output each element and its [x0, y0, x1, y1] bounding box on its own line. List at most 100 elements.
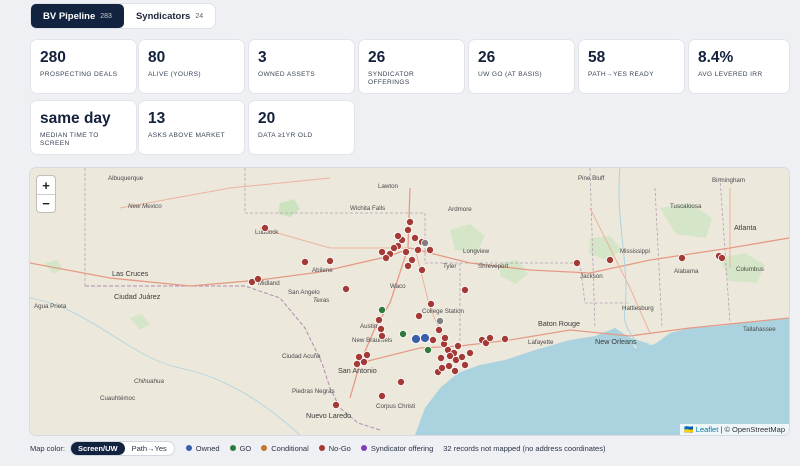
deal-marker-nogo[interactable]	[401, 248, 410, 257]
tab-label: Syndicators	[135, 10, 191, 22]
deal-marker-nogo[interactable]	[460, 286, 469, 295]
go-dot-icon	[229, 445, 236, 451]
legend-conditional: Conditional	[261, 444, 309, 453]
stat-card-uw-go: 26 UW GO (at basis)	[469, 40, 574, 93]
deal-marker-nogo[interactable]	[573, 259, 582, 268]
map-color-label: Map color:	[30, 443, 66, 453]
tab-count: 24	[195, 12, 204, 20]
deal-marker-nogo[interactable]	[377, 391, 386, 400]
deal-marker-unknown[interactable]	[435, 316, 444, 325]
owned-dot-icon	[185, 445, 192, 451]
zoom-out-button[interactable]: −	[37, 194, 55, 212]
stat-card-avg-levered-irr: 8.4% Avg levered IRR	[689, 40, 789, 93]
deal-marker-nogo[interactable]	[606, 256, 615, 265]
deal-marker-unknown[interactable]	[420, 239, 429, 248]
deal-marker-nogo[interactable]	[465, 348, 474, 357]
deal-marker-nogo[interactable]	[331, 400, 340, 409]
stat-label: Syndicator offerings	[368, 71, 415, 86]
leaflet-link[interactable]: Leaflet	[696, 425, 719, 434]
stat-label: Path→Yes ready	[588, 71, 654, 78]
tab-syndicators[interactable]: Syndicators 24	[124, 4, 215, 28]
deal-marker-nogo[interactable]	[460, 360, 469, 369]
deal-marker-nogo[interactable]	[403, 262, 412, 271]
stat-label: UW GO (at basis)	[478, 71, 542, 78]
zoom-in-button[interactable]: +	[37, 176, 55, 194]
deal-marker-nogo[interactable]	[374, 315, 383, 324]
deal-marker-nogo[interactable]	[300, 258, 309, 267]
ukraine-flag-icon: 🇺🇦	[684, 425, 694, 434]
stat-card-data-old: 20 Data ≥1yr old	[249, 101, 354, 154]
deal-marker-nogo[interactable]	[450, 366, 459, 375]
legend-label: Conditional	[271, 443, 309, 453]
deal-marker-nogo[interactable]	[377, 331, 386, 340]
deal-marker-go[interactable]	[377, 305, 386, 314]
deal-marker-owned[interactable]	[420, 333, 430, 343]
stat-value: 26	[478, 49, 496, 66]
deal-marker-nogo[interactable]	[362, 350, 371, 359]
deal-marker-nogo[interactable]	[389, 244, 398, 253]
deal-marker-nogo[interactable]	[396, 377, 405, 386]
deal-marker-nogo[interactable]	[325, 257, 334, 266]
deal-marker-nogo[interactable]	[440, 333, 449, 342]
deal-marker-nogo[interactable]	[352, 359, 361, 368]
map-legend: Map color: Screen/UW Path→Yes Owned GO C…	[30, 440, 605, 456]
deal-marker-nogo[interactable]	[500, 334, 509, 343]
deal-marker-nogo[interactable]	[413, 246, 422, 255]
deal-marker-nogo[interactable]	[485, 333, 494, 342]
stat-value: same day	[40, 110, 111, 127]
deal-marker-nogo[interactable]	[678, 254, 687, 263]
deal-marker-nogo[interactable]	[453, 341, 462, 350]
map-color-toggle: Screen/UW Path→Yes	[71, 441, 174, 455]
deal-marker-nogo[interactable]	[426, 299, 435, 308]
stat-value: 8.4%	[698, 49, 734, 66]
legend-owned: Owned	[185, 444, 220, 453]
deal-marker-owned[interactable]	[411, 334, 421, 344]
mode-path-yes-button[interactable]: Path→Yes	[125, 442, 174, 455]
osm-attribution: | © OpenStreetMap	[720, 425, 785, 434]
deal-marker-nogo[interactable]	[444, 361, 453, 370]
syndicator-dot-icon	[360, 445, 367, 451]
deal-marker-nogo[interactable]	[405, 218, 414, 227]
deal-marker-nogo[interactable]	[437, 363, 446, 372]
zoom-control: + −	[36, 175, 56, 213]
stat-label: Asks above market	[148, 132, 226, 139]
deal-marker-nogo[interactable]	[260, 224, 269, 233]
deal-marker-nogo[interactable]	[410, 234, 419, 243]
deal-marker-nogo[interactable]	[428, 335, 437, 344]
stat-value: 80	[148, 49, 166, 66]
mode-screen-uw-button[interactable]: Screen/UW	[71, 441, 125, 455]
deal-marker-nogo[interactable]	[381, 254, 390, 263]
unmapped-records-note: 32 records not mapped (no address coordi…	[443, 443, 606, 453]
deal-marker-nogo[interactable]	[436, 353, 445, 362]
deal-marker-nogo[interactable]	[376, 324, 385, 333]
deal-marker-nogo[interactable]	[359, 357, 368, 366]
stat-label: Avg levered IRR	[698, 71, 763, 78]
stat-card-prospecting-deals: 280 Prospecting deals	[31, 40, 136, 93]
legend-label: Syndicator offering	[370, 443, 434, 453]
deal-marker-nogo[interactable]	[414, 311, 423, 320]
deal-marker-nogo[interactable]	[434, 325, 443, 334]
deal-marker-go[interactable]	[423, 345, 432, 354]
stat-value: 20	[258, 110, 276, 127]
deal-marker-nogo[interactable]	[425, 246, 434, 255]
deal-marker-nogo[interactable]	[718, 254, 727, 263]
stat-label: Prospecting deals	[40, 71, 118, 78]
deal-marker-nogo[interactable]	[253, 275, 262, 284]
deal-marker-nogo[interactable]	[403, 226, 412, 235]
deal-map[interactable]: Albuquerque Lubbock Abilene Las Cruces C…	[30, 168, 789, 435]
tab-label: BV Pipeline	[43, 10, 96, 22]
stat-card-path-yes-ready: 58 Path→Yes ready	[579, 40, 684, 93]
legend-nogo: No-Go	[318, 444, 351, 453]
stat-value: 13	[148, 110, 166, 127]
deal-marker-nogo[interactable]	[341, 285, 350, 294]
deal-marker-go[interactable]	[398, 329, 407, 338]
deal-marker-nogo[interactable]	[457, 352, 466, 361]
deal-marker-nogo[interactable]	[417, 266, 426, 275]
legend-label: GO	[239, 443, 252, 453]
tab-bv-pipeline[interactable]: BV Pipeline 283	[31, 4, 124, 28]
stat-card-owned-assets: 3 Owned assets	[249, 40, 354, 93]
stat-label: Data ≥1yr old	[258, 132, 313, 139]
deal-marker-nogo[interactable]	[393, 232, 402, 241]
stat-card-syndicator-offerings: 26 Syndicator offerings	[359, 40, 464, 93]
deal-markers	[247, 218, 727, 409]
